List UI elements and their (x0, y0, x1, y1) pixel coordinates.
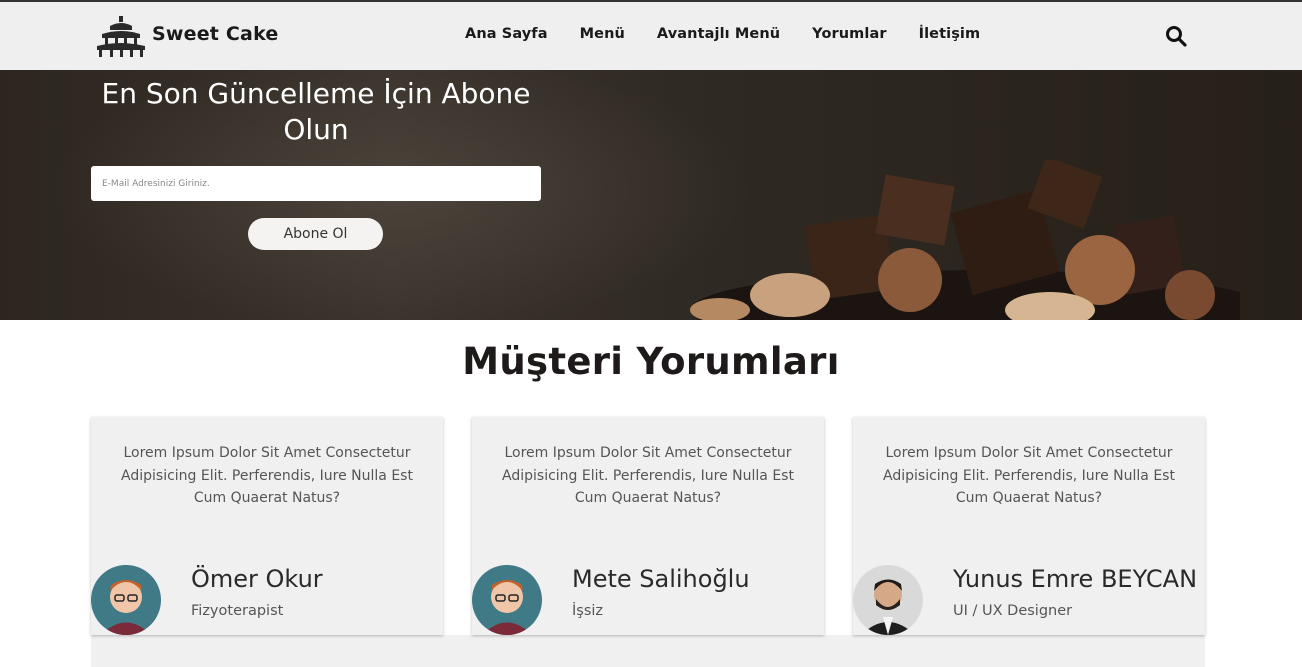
reviewer-role: İşsiz (572, 603, 604, 619)
hero-title: En Son Güncelleme İçin Abone Olun (101, 77, 531, 146)
main-nav: Ana Sayfa Menü Avantajlı Menü Yorumlar İ… (465, 26, 980, 42)
avatar (472, 565, 542, 635)
subscribe-hero: En Son Güncelleme İçin Abone Olun Abone … (0, 70, 1302, 320)
site-header: Sweet Cake Ana Sayfa Menü Avantajlı Menü… (0, 2, 1302, 70)
search-icon (1166, 26, 1187, 47)
reviews-title: Müşteri Yorumları (462, 340, 840, 383)
reviewer-role: Fizyoterapist (191, 603, 284, 619)
review-card: Lorem Ipsum Dolor Sit Amet Consectetur A… (472, 417, 824, 635)
nav-reviews[interactable]: Yorumlar (812, 26, 886, 42)
reviews-band (91, 635, 1205, 667)
reviewer-name: Mete Salihoğlu (572, 565, 750, 593)
review-card: Lorem Ipsum Dolor Sit Amet Consectetur A… (853, 417, 1205, 635)
avatar (853, 565, 923, 635)
reviewer-name: Ömer Okur (191, 565, 323, 593)
review-text: Lorem Ipsum Dolor Sit Amet Consectetur A… (502, 445, 794, 506)
brand-name: Sweet Cake (152, 23, 279, 45)
nav-contact[interactable]: İletişim (919, 26, 981, 42)
reviewer-role: UI / UX Designer (953, 603, 1073, 619)
subscribe-button[interactable]: Abone Ol (248, 218, 383, 250)
avatar (91, 565, 161, 635)
review-text: Lorem Ipsum Dolor Sit Amet Consectetur A… (121, 445, 413, 506)
nav-home[interactable]: Ana Sayfa (465, 26, 548, 42)
logo[interactable]: Sweet Cake (96, 16, 278, 58)
search-button[interactable] (1165, 25, 1187, 51)
chocolate-image (690, 160, 1240, 320)
cake-logo-icon (97, 16, 145, 57)
review-text: Lorem Ipsum Dolor Sit Amet Consectetur A… (883, 445, 1175, 506)
reviewer-name: Yunus Emre BEYCAN (953, 565, 1198, 593)
review-card: Lorem Ipsum Dolor Sit Amet Consectetur A… (91, 417, 443, 635)
nav-menu[interactable]: Menü (580, 26, 625, 42)
email-input[interactable] (91, 166, 541, 201)
nav-advantage-menu[interactable]: Avantajlı Menü (657, 26, 780, 42)
